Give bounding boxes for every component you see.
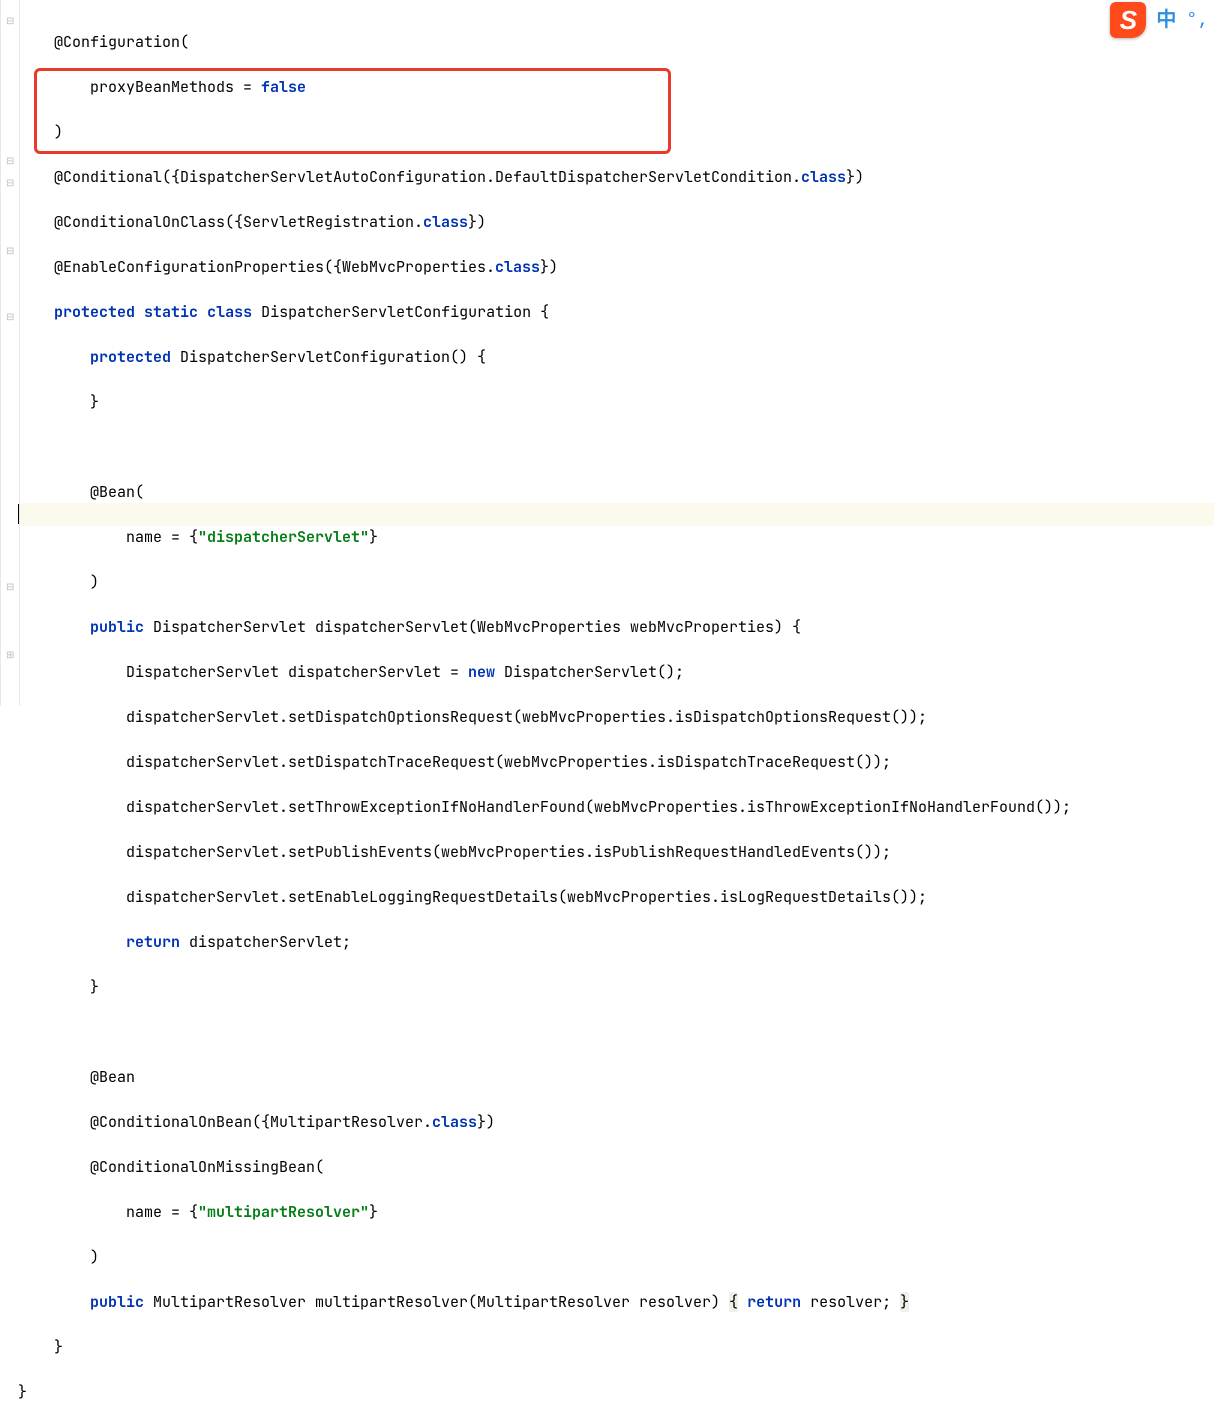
code-line[interactable]: @ConditionalOnBean({MultipartResolver.cl…	[18, 1111, 1071, 1134]
code-line[interactable]: )	[18, 571, 1071, 594]
text-caret	[18, 504, 19, 524]
code-line[interactable]: @EnableConfigurationProperties({WebMvcPr…	[18, 256, 1071, 279]
code-line[interactable]: protected DispatcherServletConfiguration…	[18, 346, 1071, 369]
fold-marker-icon[interactable]: ⊞	[6, 644, 14, 652]
code-line[interactable]	[18, 1021, 1071, 1044]
code-line[interactable]: @ConditionalOnClass({ServletRegistration…	[18, 211, 1071, 234]
code-line[interactable]: @Bean(	[18, 481, 1071, 504]
code-line[interactable]: protected static class DispatcherServlet…	[18, 301, 1071, 324]
code-line[interactable]: dispatcherServlet.setPublishEvents(webMv…	[18, 841, 1071, 864]
code-line[interactable]: public MultipartResolver multipartResolv…	[18, 1291, 1071, 1314]
ime-indicator[interactable]: S 中 °,	[1110, 2, 1208, 38]
code-line[interactable]: dispatcherServlet.setDispatchTraceReques…	[18, 751, 1071, 774]
code-line[interactable]: @ConditionalOnMissingBean(	[18, 1156, 1071, 1179]
code-line[interactable]: )	[18, 121, 1071, 144]
code-line[interactable]: }	[18, 1336, 1071, 1359]
fold-marker-icon[interactable]: ⊟	[6, 306, 14, 314]
code-line[interactable]: @Bean	[18, 1066, 1071, 1089]
fold-marker-icon[interactable]: ⊟	[6, 172, 14, 180]
gutter[interactable]: ⊟ ⊟ ⊟ ⊟ ⊟ ⊟ ⊞	[0, 0, 20, 706]
code-line[interactable]: dispatcherServlet.setDispatchOptionsRequ…	[18, 706, 1071, 729]
code-line[interactable]: name = {"multipartResolver"}	[18, 1201, 1071, 1224]
code-line[interactable]: dispatcherServlet.setEnableLoggingReques…	[18, 886, 1071, 909]
fold-marker-icon[interactable]: ⊟	[6, 576, 14, 584]
code-editor[interactable]: @Configuration( proxyBeanMethods = false…	[18, 8, 1071, 1412]
code-line[interactable]: }	[18, 391, 1071, 414]
fold-marker-icon[interactable]: ⊟	[6, 10, 14, 18]
code-line[interactable]: )	[18, 1246, 1071, 1269]
code-line[interactable]	[18, 436, 1071, 459]
code-line[interactable]: name = {"dispatcherServlet"}	[18, 526, 1071, 549]
fold-marker-icon[interactable]: ⊟	[6, 150, 14, 158]
code-line[interactable]: }	[18, 1381, 1071, 1404]
code-line[interactable]: }	[18, 976, 1071, 999]
code-line[interactable]: proxyBeanMethods = false	[18, 76, 1071, 99]
code-line[interactable]: @Configuration(	[18, 31, 1071, 54]
ime-punct-indicator[interactable]: °,	[1186, 9, 1208, 32]
code-line[interactable]: dispatcherServlet.setThrowExceptionIfNoH…	[18, 796, 1071, 819]
code-line[interactable]: public DispatcherServlet dispatcherServl…	[18, 616, 1071, 639]
ime-lang-indicator[interactable]: 中	[1156, 9, 1176, 32]
sogou-ime-icon[interactable]: S	[1110, 2, 1146, 38]
fold-marker-icon[interactable]: ⊟	[6, 240, 14, 248]
code-line[interactable]: return dispatcherServlet;	[18, 931, 1071, 954]
code-line[interactable]: @Conditional({DispatcherServletAutoConfi…	[18, 166, 1071, 189]
code-line[interactable]: DispatcherServlet dispatcherServlet = ne…	[18, 661, 1071, 684]
